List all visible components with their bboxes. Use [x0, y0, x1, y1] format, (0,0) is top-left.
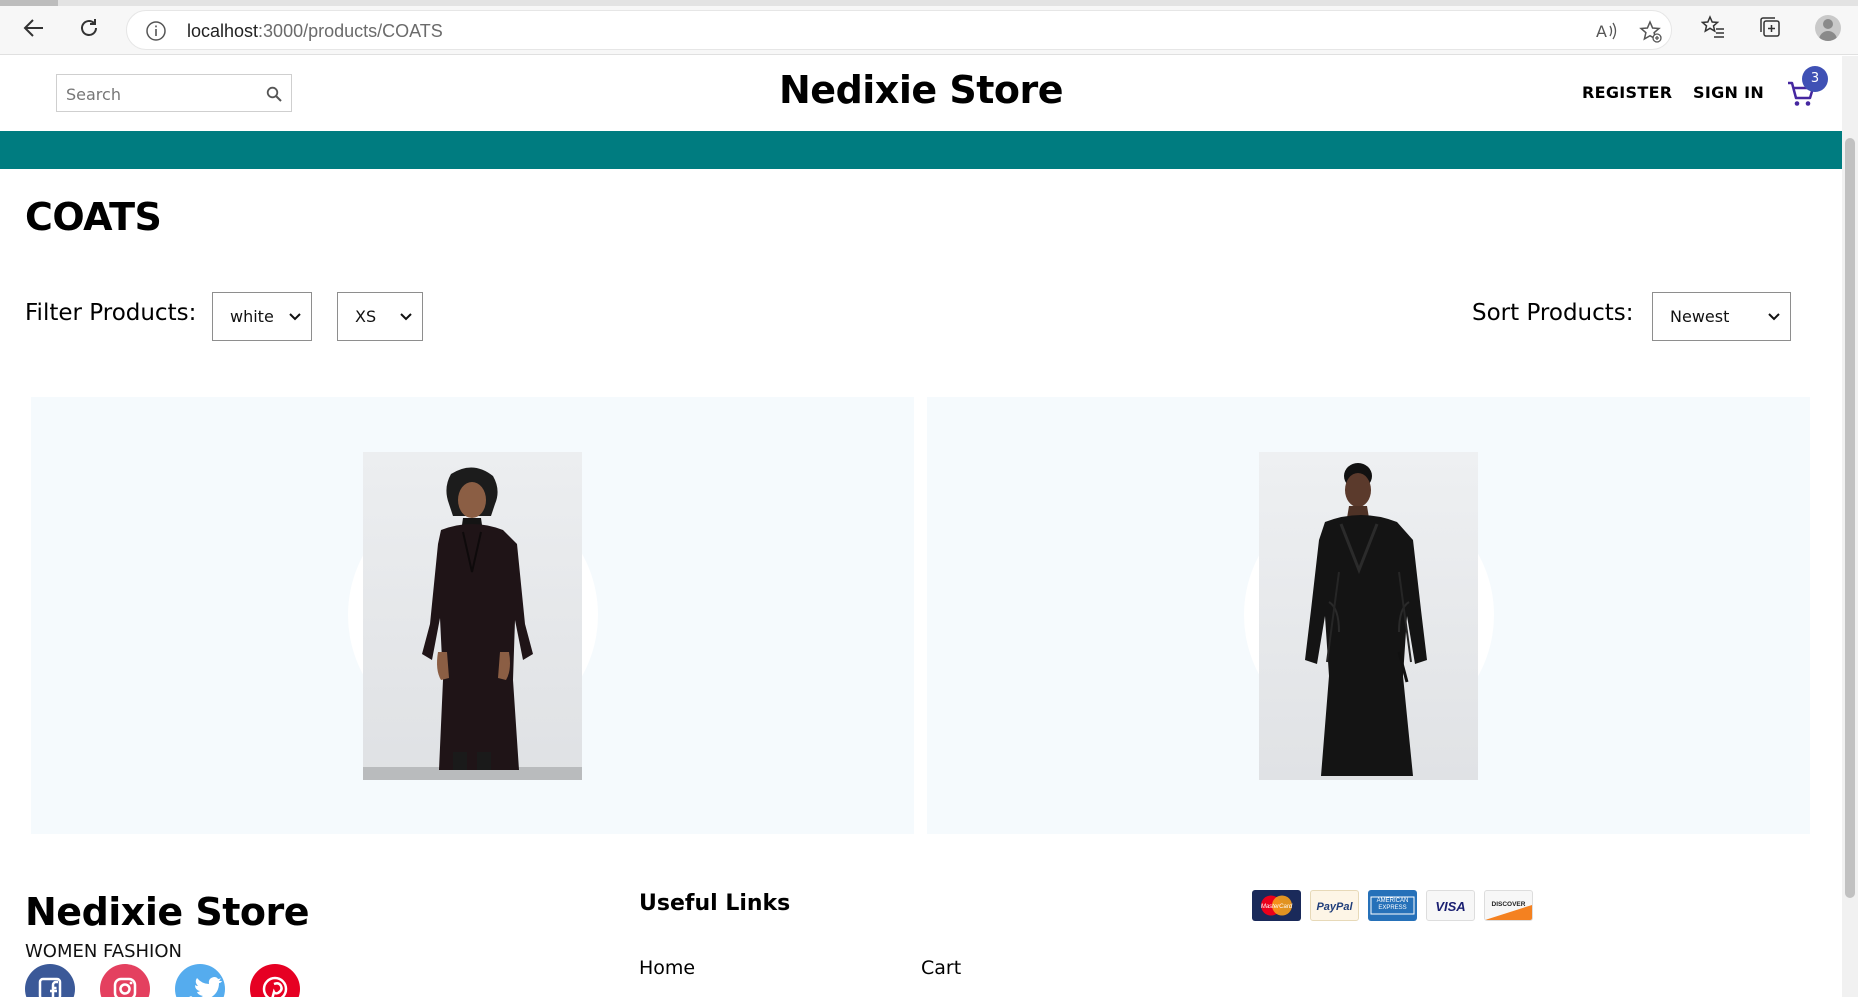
amex-icon: AMERICAN EXPRESS: [1370, 896, 1415, 915]
pinterest-icon: [262, 976, 288, 997]
profile-avatar[interactable]: [1815, 15, 1841, 41]
back-button[interactable]: [20, 14, 48, 42]
pinterest-link[interactable]: [250, 964, 300, 997]
page-scrollbar[interactable]: [1842, 56, 1858, 997]
url-path: :3000/products/COATS: [258, 21, 443, 41]
coat-photo-1: [363, 452, 582, 780]
scrollbar-thumb[interactable]: [1845, 138, 1855, 898]
product-card[interactable]: [927, 397, 1810, 834]
sort-label: Sort Products:: [1472, 300, 1634, 326]
color-filter-select[interactable]: white: [212, 292, 312, 341]
amex-logo: AMERICAN EXPRESS: [1368, 890, 1417, 921]
visa-icon: VISA: [1435, 899, 1465, 914]
facebook-icon: [38, 977, 62, 997]
mastercard-text: MasterCard: [1261, 904, 1293, 910]
product-image[interactable]: [1259, 452, 1478, 780]
twitter-icon: [189, 977, 222, 997]
discover-icon: DISCOVER: [1485, 901, 1532, 920]
discover-logo: DISCOVER: [1484, 890, 1533, 921]
paypal-logo: PayPal: [1310, 890, 1359, 921]
size-filter-value: XS: [355, 307, 377, 326]
page-title: COATS: [25, 195, 162, 239]
svg-text:A: A: [1596, 22, 1607, 41]
paypal-text: PayPal: [1316, 901, 1353, 913]
add-favorite-icon[interactable]: [1639, 20, 1663, 44]
discover-text: DISCOVER: [1492, 901, 1526, 908]
twitter-link[interactable]: [175, 964, 225, 997]
url-text[interactable]: localhost:3000/products/COATS: [187, 21, 443, 42]
favorites-icon[interactable]: [1701, 15, 1725, 39]
facebook-link[interactable]: [25, 964, 75, 997]
coat-photo-2: [1259, 452, 1478, 780]
product-image[interactable]: [363, 452, 582, 780]
footer-link-cart[interactable]: Cart: [921, 957, 961, 979]
browser-toolbar: localhost:3000/products/COATS A: [0, 0, 1858, 55]
reload-button[interactable]: [75, 14, 103, 42]
back-arrow-icon: [23, 19, 43, 37]
chevron-down-icon: [1768, 313, 1780, 321]
mastercard-logo: MasterCard: [1252, 890, 1301, 921]
info-icon[interactable]: [145, 20, 167, 42]
address-bar[interactable]: localhost:3000/products/COATS A: [126, 10, 1672, 50]
instagram-icon: [113, 977, 137, 997]
chevron-down-icon: [400, 313, 412, 321]
amex-text: AMERICAN EXPRESS: [1376, 898, 1409, 911]
collections-icon[interactable]: [1758, 15, 1782, 39]
announcement-bar: [0, 131, 1842, 169]
product-card[interactable]: [31, 397, 914, 834]
mastercard-icon: MasterCard: [1261, 895, 1293, 916]
footer-description: WOMEN FASHION: [25, 941, 182, 962]
filter-label: Filter Products:: [25, 300, 197, 326]
sort-select[interactable]: Newest: [1652, 292, 1791, 341]
store-logo[interactable]: Nedixie Store: [0, 68, 1842, 112]
url-host: localhost: [187, 21, 259, 41]
cart-count-badge: 3: [1802, 66, 1828, 92]
useful-links-title: Useful Links: [639, 891, 791, 916]
signin-link[interactable]: SIGN IN: [1693, 83, 1764, 102]
register-link[interactable]: REGISTER: [1582, 83, 1672, 102]
visa-text: VISA: [1435, 899, 1465, 914]
sort-value: Newest: [1670, 307, 1730, 326]
reload-icon: [81, 19, 97, 36]
chevron-down-icon: [289, 313, 301, 321]
footer-link-home[interactable]: Home: [639, 957, 695, 979]
tab-strip: [0, 0, 1858, 6]
active-tab[interactable]: [0, 0, 58, 6]
color-filter-value: white: [230, 307, 274, 326]
read-aloud-icon[interactable]: A: [1595, 20, 1619, 42]
footer-store-name: Nedixie Store: [25, 890, 310, 934]
paypal-icon: PayPal: [1316, 901, 1353, 913]
instagram-link[interactable]: [100, 964, 150, 997]
size-filter-select[interactable]: XS: [337, 292, 423, 341]
visa-logo: VISA: [1426, 890, 1475, 921]
